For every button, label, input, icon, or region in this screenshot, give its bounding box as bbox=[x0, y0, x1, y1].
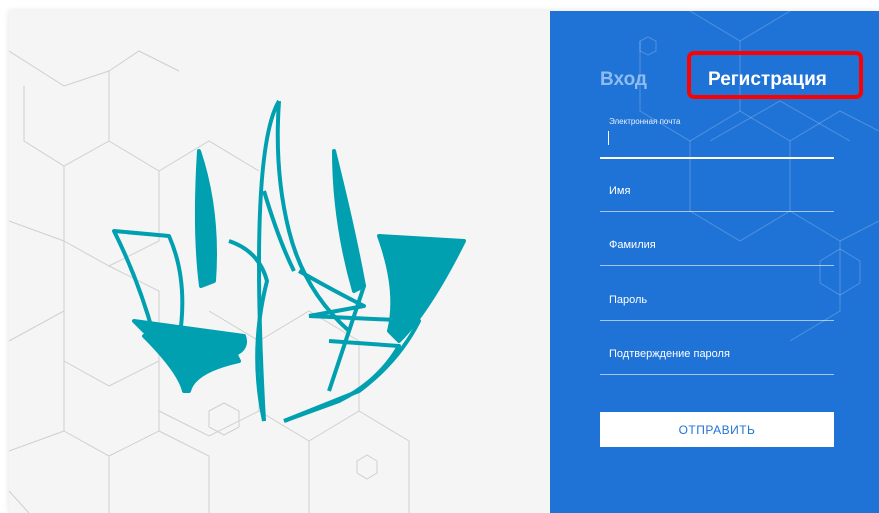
password-input[interactable] bbox=[600, 280, 834, 320]
password-confirm-input[interactable] bbox=[600, 334, 834, 374]
open-book-flame-logo-icon bbox=[112, 99, 466, 423]
email-field[interactable]: Электронная почта bbox=[600, 117, 834, 159]
tab-login[interactable]: Вход bbox=[600, 69, 647, 91]
password-confirm-field[interactable] bbox=[600, 334, 834, 375]
last-name-field[interactable] bbox=[600, 225, 834, 266]
last-name-input[interactable] bbox=[600, 225, 834, 265]
auth-form-panel: Вход Регистрация Электронная почта ОТПРА… bbox=[550, 11, 879, 513]
email-field-label: Электронная почта bbox=[609, 117, 681, 126]
first-name-input[interactable] bbox=[600, 171, 834, 211]
first-name-field[interactable] bbox=[600, 171, 834, 212]
brand-panel bbox=[9, 11, 550, 513]
submit-button[interactable]: ОТПРАВИТЬ bbox=[600, 412, 834, 447]
password-field[interactable] bbox=[600, 280, 834, 321]
text-caret bbox=[608, 131, 609, 145]
auth-card: Вход Регистрация Электронная почта ОТПРА… bbox=[9, 11, 879, 513]
tab-register[interactable]: Регистрация bbox=[708, 69, 827, 91]
